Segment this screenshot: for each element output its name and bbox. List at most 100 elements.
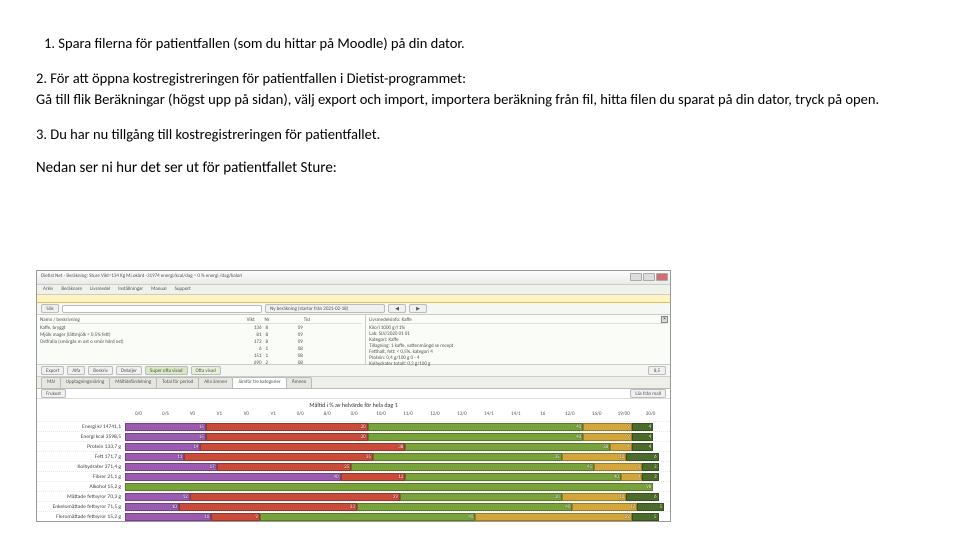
prev-button[interactable]: ◀ (388, 304, 406, 313)
time-col: 16/0 (583, 411, 610, 417)
close-button[interactable] (656, 273, 668, 281)
menu-manual[interactable]: Manual (151, 286, 166, 293)
bar-segment: 10 (125, 503, 179, 511)
time-col: 12/0 (556, 411, 583, 417)
btn-super-ofta[interactable]: Super ofta visad (145, 366, 187, 375)
food-info-pane: × Livsmedelsinfo: Kaffe Kilo/l 1000 g/l … (366, 315, 670, 364)
bar-segment: 4 (621, 473, 643, 481)
minimize-button[interactable] (630, 273, 642, 281)
row-label: Fett 171,7 g (37, 454, 125, 460)
menu-arkiv[interactable]: Arkiv (43, 286, 53, 293)
search-input[interactable] (62, 305, 262, 313)
row-bars: 40124043 (125, 473, 664, 481)
search-button[interactable]: Sök (41, 304, 59, 313)
btn-beskriv[interactable]: Beskriv (88, 366, 113, 375)
bar-segment: 40 (125, 473, 341, 481)
step-1: 1. Spara filerna för patientfallen (som … (36, 33, 924, 54)
row-label: Alkohol 15,2 g (37, 484, 125, 490)
btn-ofta[interactable]: Ofta visad (191, 366, 221, 375)
chart-row: Kolhydrater 371,4 g17254593 (37, 461, 670, 471)
bar-segment: 5 (637, 503, 664, 511)
menu-livsmedel[interactable]: Livsmedel (90, 286, 110, 293)
row-bars: 103340125 (125, 503, 664, 511)
bar-segment: 40 (357, 503, 573, 511)
time-col: 16 (529, 411, 556, 417)
info-row: Kolhydrater totalt: 0,3 g/100 g (369, 361, 667, 367)
title-bar: Dietist Net - Beräkning: Sture Vikt=134 … (37, 271, 670, 285)
food-row[interactable]: Kaffe, bryggt136809 (40, 325, 362, 332)
chart-row: Energi kJ 14741,115304094 (37, 421, 670, 431)
bar-segment: 33 (179, 503, 357, 511)
bar-segment: 40 (368, 423, 584, 431)
chart-area: Måltid i % av helvärde för hela dag 1 0/… (37, 399, 670, 522)
bar-segment: 9 (583, 433, 632, 441)
tab-jamfor[interactable]: Jämför tre kategorier (232, 377, 287, 388)
food-row[interactable]: Ostfralla (smörgås m ost o smör hård ost… (40, 339, 362, 346)
tab-upptag[interactable]: Upptagningsnäring (60, 377, 110, 388)
time-col: V0 (179, 411, 206, 417)
chart-row: Sackaros 49,7 g (37, 521, 670, 522)
col-name: Namn / beskrivning (40, 317, 201, 323)
row-label: Energi kJ 14741,1 (37, 424, 125, 430)
time-col: 14/1 (475, 411, 502, 417)
bar-segment: 17 (125, 463, 217, 471)
row-bars: 17254593 (125, 463, 664, 471)
time-col: 12/0 (421, 411, 448, 417)
row-label: Kolhydrater 371,4 g (37, 464, 125, 470)
bar-segment: 15 (125, 433, 206, 441)
bar-segment: 38 (405, 443, 610, 451)
time-col: 0/0 (287, 411, 314, 417)
time-col: V1 (206, 411, 233, 417)
tab-maltids[interactable]: Måltidsfördelning (109, 377, 157, 388)
bar-segment: 45 (351, 463, 594, 471)
row-label: Fibrer 21,1 g (37, 474, 125, 480)
time-col: V0 (233, 411, 260, 417)
col-weight: Vikt (211, 317, 255, 323)
row-label: Mättade fettsyror 70,3 g (37, 494, 125, 500)
tab-amnen[interactable]: Ämnen (286, 377, 313, 388)
bar-segment: 9 (594, 463, 643, 471)
bar-segment: 3 (642, 463, 658, 471)
col-nr: Nr (265, 317, 294, 323)
menu-installningar[interactable]: Inställningar (118, 286, 143, 293)
bar-segment: 25 (217, 463, 352, 471)
food-row[interactable]: 6108 (40, 346, 362, 353)
row-bars: 15304094 (125, 423, 664, 431)
tab-total[interactable]: Total för period (156, 377, 199, 388)
btn-alfa[interactable]: Alfa (67, 366, 85, 375)
bar-segment: 29 (475, 513, 631, 521)
sel-value[interactable]: 8,5 (648, 366, 666, 375)
time-col: 0/0 (125, 411, 152, 417)
bar-segment: 30 (400, 493, 562, 501)
read-template-button[interactable]: Läs från mall (630, 389, 666, 398)
step-3: 3. Du har nu tillgång till kostregistrer… (36, 124, 924, 145)
bar-segment: 12 (572, 503, 637, 511)
tab-alla[interactable]: Alla ämnen (198, 377, 233, 388)
bar-segment: 4 (632, 433, 654, 441)
bar-segment: 12 (562, 493, 627, 501)
time-col: 0/S (152, 411, 179, 417)
next-button[interactable]: ▶ (409, 304, 427, 313)
row-bars: 15304094 (125, 433, 664, 441)
time-col: 14/1 (502, 411, 529, 417)
menu-beraknare[interactable]: Beräknare (61, 286, 82, 293)
bar-segment: 35 (184, 453, 373, 461)
bar-segment: 5 (632, 513, 659, 521)
tab-mal[interactable]: Mål (41, 377, 61, 388)
menu-support[interactable]: Support (175, 286, 191, 293)
chart-row: Energi kcal 3598,515304094 (37, 431, 670, 441)
maximize-button[interactable] (643, 273, 655, 281)
food-row[interactable]: Mjölk mager (lättmjölk < 0,5% fett)81809 (40, 332, 362, 339)
chart-time-header: 0/00/SV0V1V0V10/08/00/010/011/012/013/01… (125, 411, 664, 417)
bar-segment: 30 (206, 433, 368, 441)
calc-dropdown[interactable]: Ny beräkning (startar från 2021-02-18) (265, 304, 385, 313)
pane-close-icon[interactable]: × (661, 316, 668, 323)
food-row[interactable]: 151108 (40, 353, 362, 360)
meal-dropdown[interactable]: Frukost (41, 389, 66, 398)
bar-segment: 11 (125, 453, 184, 461)
bar-segment: 38 (200, 443, 405, 451)
menu-bar: Arkiv Beräknare Livsmedel Inställningar … (37, 285, 670, 295)
btn-export[interactable]: Export (41, 366, 64, 375)
chart-title: Måltid i % av helvärde för hela dag 1 (37, 401, 670, 409)
btn-detaljer[interactable]: Detaljer (116, 366, 142, 375)
